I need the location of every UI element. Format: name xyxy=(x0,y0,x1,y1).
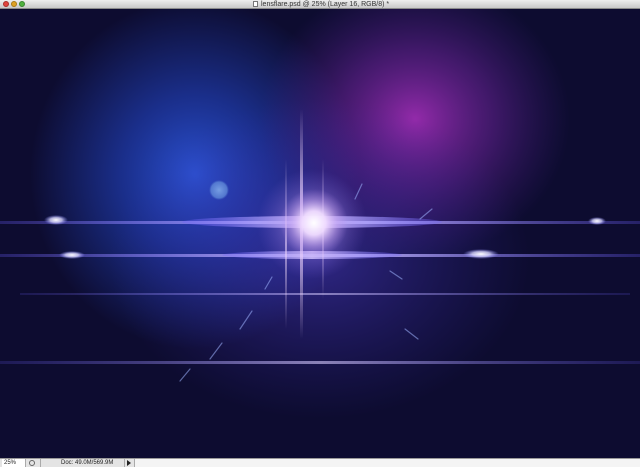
horizontal-scrollbar[interactable] xyxy=(134,459,640,467)
minimize-button[interactable] xyxy=(11,1,17,7)
window-title: lensflare.psd @ 25% (Layer 16, RGB/8) * xyxy=(261,1,390,8)
document-canvas[interactable] xyxy=(0,9,640,458)
status-bar: 25% Doc: 49.0M/569.9M xyxy=(0,458,640,467)
zoom-button[interactable] xyxy=(19,1,25,7)
lens-flare-artwork xyxy=(0,9,640,458)
document-size-info: Doc: 49.0M/569.9M xyxy=(40,459,125,467)
status-menu-arrow-icon[interactable] xyxy=(127,460,131,466)
document-proxy-icon[interactable] xyxy=(253,1,258,7)
zoom-level-field[interactable]: 25% xyxy=(2,459,26,467)
close-button[interactable] xyxy=(3,1,9,7)
lens-orb xyxy=(209,180,229,200)
proof-setup-icon[interactable] xyxy=(29,460,35,466)
title-bar[interactable]: lensflare.psd @ 25% (Layer 16, RGB/8) * xyxy=(0,0,640,9)
photoshop-document-window: lensflare.psd @ 25% (Layer 16, RGB/8) * xyxy=(0,0,640,467)
flare-core xyxy=(280,189,348,257)
